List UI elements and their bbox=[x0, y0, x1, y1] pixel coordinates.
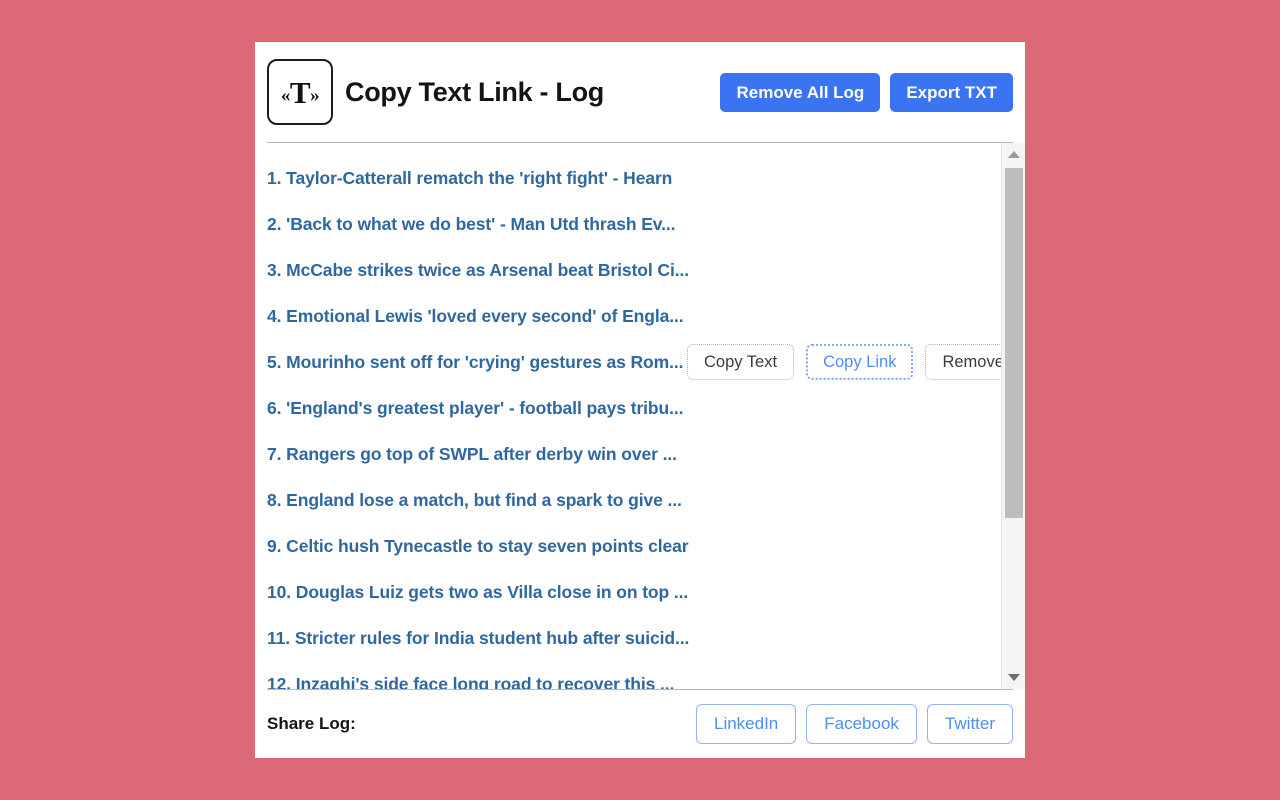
log-item-link[interactable]: 5. Mourinho sent off for 'crying' gestur… bbox=[267, 352, 683, 373]
share-log-label: Share Log: bbox=[267, 714, 356, 733]
log-row[interactable]: 5. Mourinho sent off for 'crying' gestur… bbox=[267, 339, 1001, 385]
guillemet-left-icon: « bbox=[280, 84, 291, 106]
page-title: Copy Text Link - Log bbox=[345, 76, 604, 107]
log-item-link[interactable]: 2. 'Back to what we do best' - Man Utd t… bbox=[267, 214, 675, 235]
log-item-link[interactable]: 4. Emotional Lewis 'loved every second' … bbox=[267, 306, 684, 327]
log-item-link[interactable]: 9. Celtic hush Tynecastle to stay seven … bbox=[267, 536, 689, 557]
app-footer: Share Log: LinkedIn Facebook Twitter bbox=[255, 690, 1025, 758]
log-row[interactable]: 8. England lose a match, but find a spar… bbox=[267, 477, 1001, 523]
log-row[interactable]: 9. Celtic hush Tynecastle to stay seven … bbox=[267, 523, 1001, 569]
log-list: 1. Taylor-Catterall rematch the 'right f… bbox=[255, 143, 1001, 689]
logo-letter-t: T bbox=[289, 74, 311, 110]
triangle-up-icon bbox=[1007, 151, 1020, 158]
copy-link-button[interactable]: Copy Link bbox=[806, 343, 914, 381]
log-row[interactable]: 6. 'England's greatest player' - footbal… bbox=[267, 385, 1001, 431]
log-row[interactable]: 4. Emotional Lewis 'loved every second' … bbox=[267, 293, 1001, 339]
log-item-link[interactable]: 3. McCabe strikes twice as Arsenal beat … bbox=[267, 260, 689, 281]
remove-all-log-button[interactable]: Remove All Log bbox=[720, 72, 881, 112]
log-row-actions: Copy Text Copy Link Remove bbox=[687, 343, 1001, 381]
log-row[interactable]: 2. 'Back to what we do best' - Man Utd t… bbox=[267, 201, 1001, 247]
header-actions: Remove All Log Export TXT bbox=[720, 72, 1013, 112]
share-twitter-button[interactable]: Twitter bbox=[926, 704, 1013, 744]
log-row[interactable]: 12. Inzaghi's side face long road to rec… bbox=[267, 661, 1001, 690]
scrollbar-thumb[interactable] bbox=[1005, 168, 1023, 518]
log-row[interactable]: 1. Taylor-Catterall rematch the 'right f… bbox=[267, 155, 1001, 201]
share-actions: LinkedIn Facebook Twitter bbox=[695, 704, 1013, 744]
copy-text-link-logo-icon: «T» bbox=[267, 59, 333, 125]
log-row[interactable]: 7. Rangers go top of SWPL after derby wi… bbox=[267, 431, 1001, 477]
log-row[interactable]: 3. McCabe strikes twice as Arsenal beat … bbox=[267, 247, 1001, 293]
log-item-link[interactable]: 6. 'England's greatest player' - footbal… bbox=[267, 398, 683, 419]
log-area: 1. Taylor-Catterall rematch the 'right f… bbox=[255, 143, 1025, 689]
app-header: «T» Copy Text Link - Log Remove All Log … bbox=[255, 42, 1025, 142]
app-card: «T» Copy Text Link - Log Remove All Log … bbox=[255, 42, 1025, 758]
log-item-link[interactable]: 1. Taylor-Catterall rematch the 'right f… bbox=[267, 168, 672, 189]
triangle-down-icon bbox=[1007, 674, 1020, 681]
share-linkedin-button[interactable]: LinkedIn bbox=[695, 704, 797, 744]
log-item-link[interactable]: 7. Rangers go top of SWPL after derby wi… bbox=[267, 444, 677, 465]
scroll-up-arrow-icon[interactable] bbox=[1002, 143, 1025, 166]
log-item-link[interactable]: 8. England lose a match, but find a spar… bbox=[267, 490, 682, 511]
log-item-link[interactable]: 11. Stricter rules for India student hub… bbox=[267, 628, 689, 649]
log-item-link[interactable]: 12. Inzaghi's side face long road to rec… bbox=[267, 674, 674, 690]
log-row[interactable]: 10. Douglas Luiz gets two as Villa close… bbox=[267, 569, 1001, 615]
log-scrollbar[interactable] bbox=[1001, 143, 1025, 689]
export-txt-button[interactable]: Export TXT bbox=[890, 72, 1013, 112]
guillemet-right-icon: » bbox=[310, 84, 320, 106]
brand: «T» Copy Text Link - Log bbox=[267, 59, 604, 125]
remove-row-button[interactable]: Remove bbox=[925, 343, 1001, 381]
copy-text-button[interactable]: Copy Text bbox=[687, 343, 795, 381]
scroll-down-arrow-icon[interactable] bbox=[1002, 666, 1025, 689]
logo-glyph: «T» bbox=[280, 74, 320, 110]
share-facebook-button[interactable]: Facebook bbox=[806, 704, 917, 744]
log-row[interactable]: 11. Stricter rules for India student hub… bbox=[267, 615, 1001, 661]
log-item-link[interactable]: 10. Douglas Luiz gets two as Villa close… bbox=[267, 582, 688, 603]
